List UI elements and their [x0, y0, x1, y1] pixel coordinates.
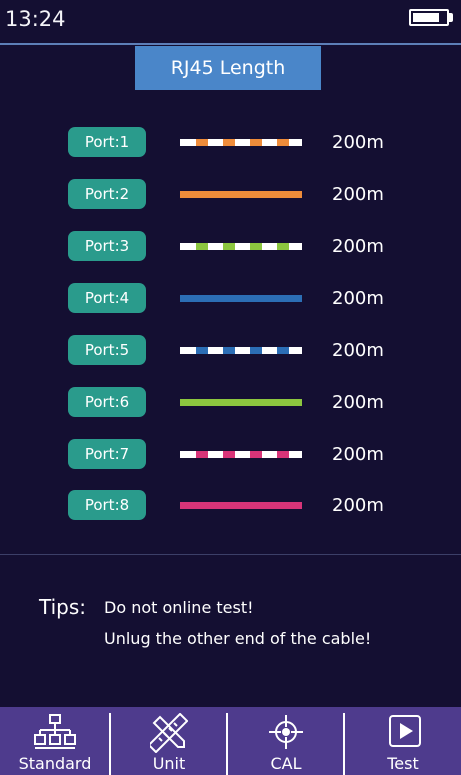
toolbar-label: Standard: [18, 754, 92, 773]
port-length: 200m: [332, 184, 384, 205]
port-length: 200m: [332, 236, 384, 257]
port-length: 200m: [332, 392, 384, 413]
port-badge[interactable]: Port:7: [68, 439, 146, 469]
port-row-5: Port:5 200m: [0, 335, 461, 367]
battery-level: [413, 13, 439, 22]
tips-text: Unlug the other end of the cable!: [104, 629, 372, 648]
port-length: 200m: [332, 340, 384, 361]
wire-pair-icon: [180, 399, 302, 406]
port-length: 200m: [332, 288, 384, 309]
battery-tip: [449, 13, 453, 22]
port-row-6: Port:6 200m: [0, 387, 461, 419]
wire-pair-icon: [180, 139, 302, 146]
clock-time: 13:24: [5, 7, 66, 31]
battery-icon: [409, 9, 449, 26]
wire-pair-icon: [180, 451, 302, 458]
port-badge[interactable]: Port:8: [68, 490, 146, 520]
test-button[interactable]: Test: [345, 707, 461, 775]
wire-pair-icon: [180, 243, 302, 250]
port-badge[interactable]: Port:3: [68, 231, 146, 261]
bottom-toolbar: Standard Unit CAL Test: [0, 707, 461, 775]
port-row-2: Port:2 200m: [0, 179, 461, 211]
toolbar-label: Test: [387, 754, 419, 773]
port-badge[interactable]: Port:1: [68, 127, 146, 157]
crosshair-icon: [269, 715, 303, 749]
cal-button[interactable]: CAL: [228, 707, 344, 775]
tips-divider: [0, 554, 461, 555]
ruler-pencil-icon: [150, 713, 188, 753]
port-badge[interactable]: Port:6: [68, 387, 146, 417]
port-length: 200m: [332, 495, 384, 516]
status-bar: 13:24: [0, 0, 461, 42]
port-row-8: Port:8 200m: [0, 490, 461, 522]
port-row-7: Port:7 200m: [0, 439, 461, 471]
tips-label: Tips:: [39, 595, 87, 619]
toolbar-label: Unit: [152, 754, 186, 773]
port-row-1: Port:1 200m: [0, 127, 461, 159]
page-title: RJ45 Length: [135, 46, 321, 90]
wire-pair-icon: [180, 295, 302, 302]
port-badge[interactable]: Port:5: [68, 335, 146, 365]
standard-button[interactable]: Standard: [0, 707, 110, 775]
network-topology-icon: [34, 714, 76, 749]
port-length: 200m: [332, 132, 384, 153]
wire-pair-icon: [180, 191, 302, 198]
header-divider: [0, 43, 461, 45]
wire-pair-icon: [180, 502, 302, 509]
port-row-4: Port:4 200m: [0, 283, 461, 315]
port-length: 200m: [332, 444, 384, 465]
port-badge[interactable]: Port:2: [68, 179, 146, 209]
wire-pair-icon: [180, 347, 302, 354]
port-badge[interactable]: Port:4: [68, 283, 146, 313]
tips-text: Do not online test!: [104, 598, 254, 617]
play-icon: [389, 715, 421, 747]
port-row-3: Port:3 200m: [0, 231, 461, 263]
unit-button[interactable]: Unit: [111, 707, 227, 775]
toolbar-label: CAL: [270, 754, 302, 773]
